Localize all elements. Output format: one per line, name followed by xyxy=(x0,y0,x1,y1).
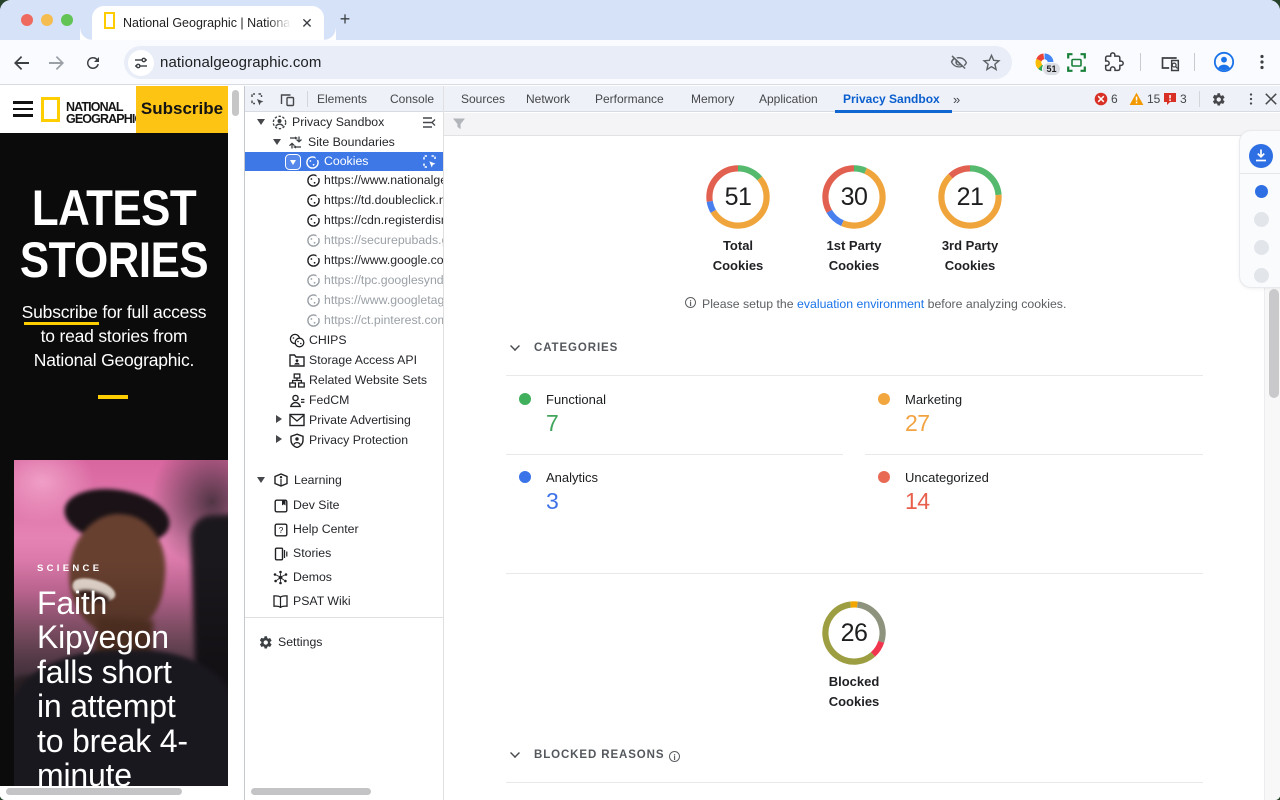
svg-text:?: ? xyxy=(279,525,284,535)
